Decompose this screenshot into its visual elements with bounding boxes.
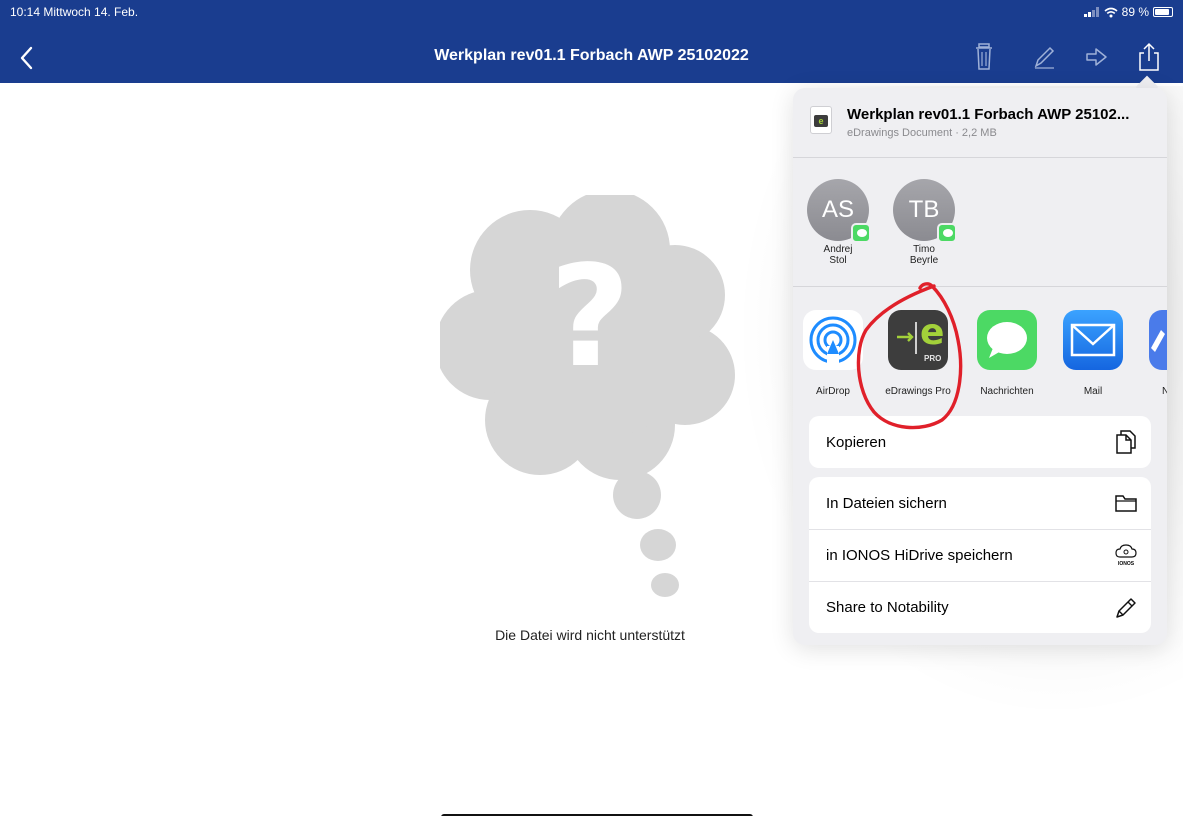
airdrop-icon	[803, 310, 863, 370]
copy-action[interactable]: Kopieren	[809, 416, 1151, 468]
file-icon-letter: e	[814, 115, 828, 127]
app-mail[interactable]: Mail	[1055, 310, 1131, 397]
action-label: Share to Notability	[826, 599, 949, 616]
share-file-header: e Werkplan rev01.1 Forbach AWP 25102... …	[793, 88, 1167, 158]
svg-text:?: ?	[549, 236, 630, 399]
status-indicators: 89 %	[1083, 5, 1173, 19]
app-airdrop[interactable]: AirDrop	[798, 310, 868, 397]
mail-icon	[1063, 310, 1123, 370]
app-label: Mail	[1083, 386, 1103, 397]
app-nachrichten[interactable]: Nachrichten	[969, 310, 1045, 397]
action-label: in IONOS HiDrive speichern	[826, 547, 1013, 564]
ionos-caption: IONOS	[1117, 561, 1135, 567]
folder-icon	[1115, 495, 1137, 512]
trash-icon[interactable]	[970, 42, 998, 72]
pro-badge: PRO	[924, 354, 942, 363]
app-label: AirDrop	[816, 386, 850, 397]
document-title: Werkplan rev01.1 Forbach AWP 25102022	[434, 47, 749, 64]
share-contacts-row: AS Andrej Stol TB Timo Beyrle	[793, 159, 1167, 287]
contact-andrej-stol[interactable]: AS Andrej Stol	[805, 179, 871, 266]
cellular-signal-icon	[1083, 7, 1099, 17]
avatar: AS	[807, 179, 871, 243]
pencil-icon	[1116, 598, 1136, 618]
save-to-files-action[interactable]: In Dateien sichern	[809, 477, 1151, 529]
action-group-copy: Kopieren	[809, 416, 1151, 468]
contact-timo-beyrle[interactable]: TB Timo Beyrle	[891, 179, 957, 266]
unsupported-file-illustration: ?	[440, 195, 735, 597]
edit-pencil-icon[interactable]	[1030, 42, 1058, 72]
contact-first-name: Timo	[913, 244, 935, 255]
share-apps-row: AirDrop e PRO eDrawings Pro Nachrichten …	[793, 288, 1167, 413]
unsupported-message: Die Datei wird nicht unterstützt	[495, 627, 685, 643]
app-label: Nachrichten	[980, 386, 1034, 397]
battery-percentage: 89 %	[1121, 5, 1149, 19]
battery-icon	[1153, 7, 1173, 17]
file-meta: eDrawings Document · 2,2 MB	[847, 127, 997, 139]
top-bar: 10:14 Mittwoch 14. Feb. 89 % Werkplan re…	[0, 0, 1183, 83]
contact-last-name: Stol	[829, 255, 847, 266]
avatar-initials: TB	[908, 196, 940, 223]
avatar: TB	[893, 179, 957, 243]
app-edrawings-pro[interactable]: e PRO eDrawings Pro	[875, 310, 961, 397]
share-icon[interactable]	[1135, 42, 1163, 72]
copy-icon	[1116, 430, 1136, 454]
app-notability[interactable]: No	[1135, 310, 1167, 397]
app-label: No	[1162, 386, 1167, 397]
edrawings-letter: e	[920, 312, 945, 353]
share-sheet: e Werkplan rev01.1 Forbach AWP 25102... …	[793, 88, 1167, 645]
contact-last-name: Beyrle	[909, 255, 939, 266]
forward-arrow-icon[interactable]	[1083, 42, 1111, 72]
notability-icon	[1149, 310, 1167, 370]
wifi-icon	[1104, 7, 1118, 17]
avatar-initials: AS	[821, 196, 854, 223]
ionos-hidrive-action[interactable]: in IONOS HiDrive speichern IONOS	[809, 529, 1151, 581]
file-name: Werkplan rev01.1 Forbach AWP 25102...	[847, 106, 1130, 123]
messages-badge-icon	[851, 223, 871, 243]
action-label: In Dateien sichern	[826, 494, 947, 512]
action-label: Kopieren	[826, 433, 887, 451]
status-time: 10:14 Mittwoch 14. Feb.	[10, 5, 139, 19]
action-group-save: In Dateien sichern in IONOS HiDrive spei…	[809, 477, 1151, 633]
messages-badge-icon	[937, 223, 957, 243]
ionos-hidrive-icon: IONOS	[1113, 543, 1139, 569]
edrawings-pro-icon: e PRO	[888, 310, 948, 370]
share-to-notability-action[interactable]: Share to Notability	[809, 581, 1151, 633]
messages-icon	[977, 310, 1037, 370]
edrawings-document-icon: e	[810, 106, 832, 134]
app-label: eDrawings Pro	[885, 386, 951, 397]
contact-first-name: Andrej	[823, 244, 853, 255]
